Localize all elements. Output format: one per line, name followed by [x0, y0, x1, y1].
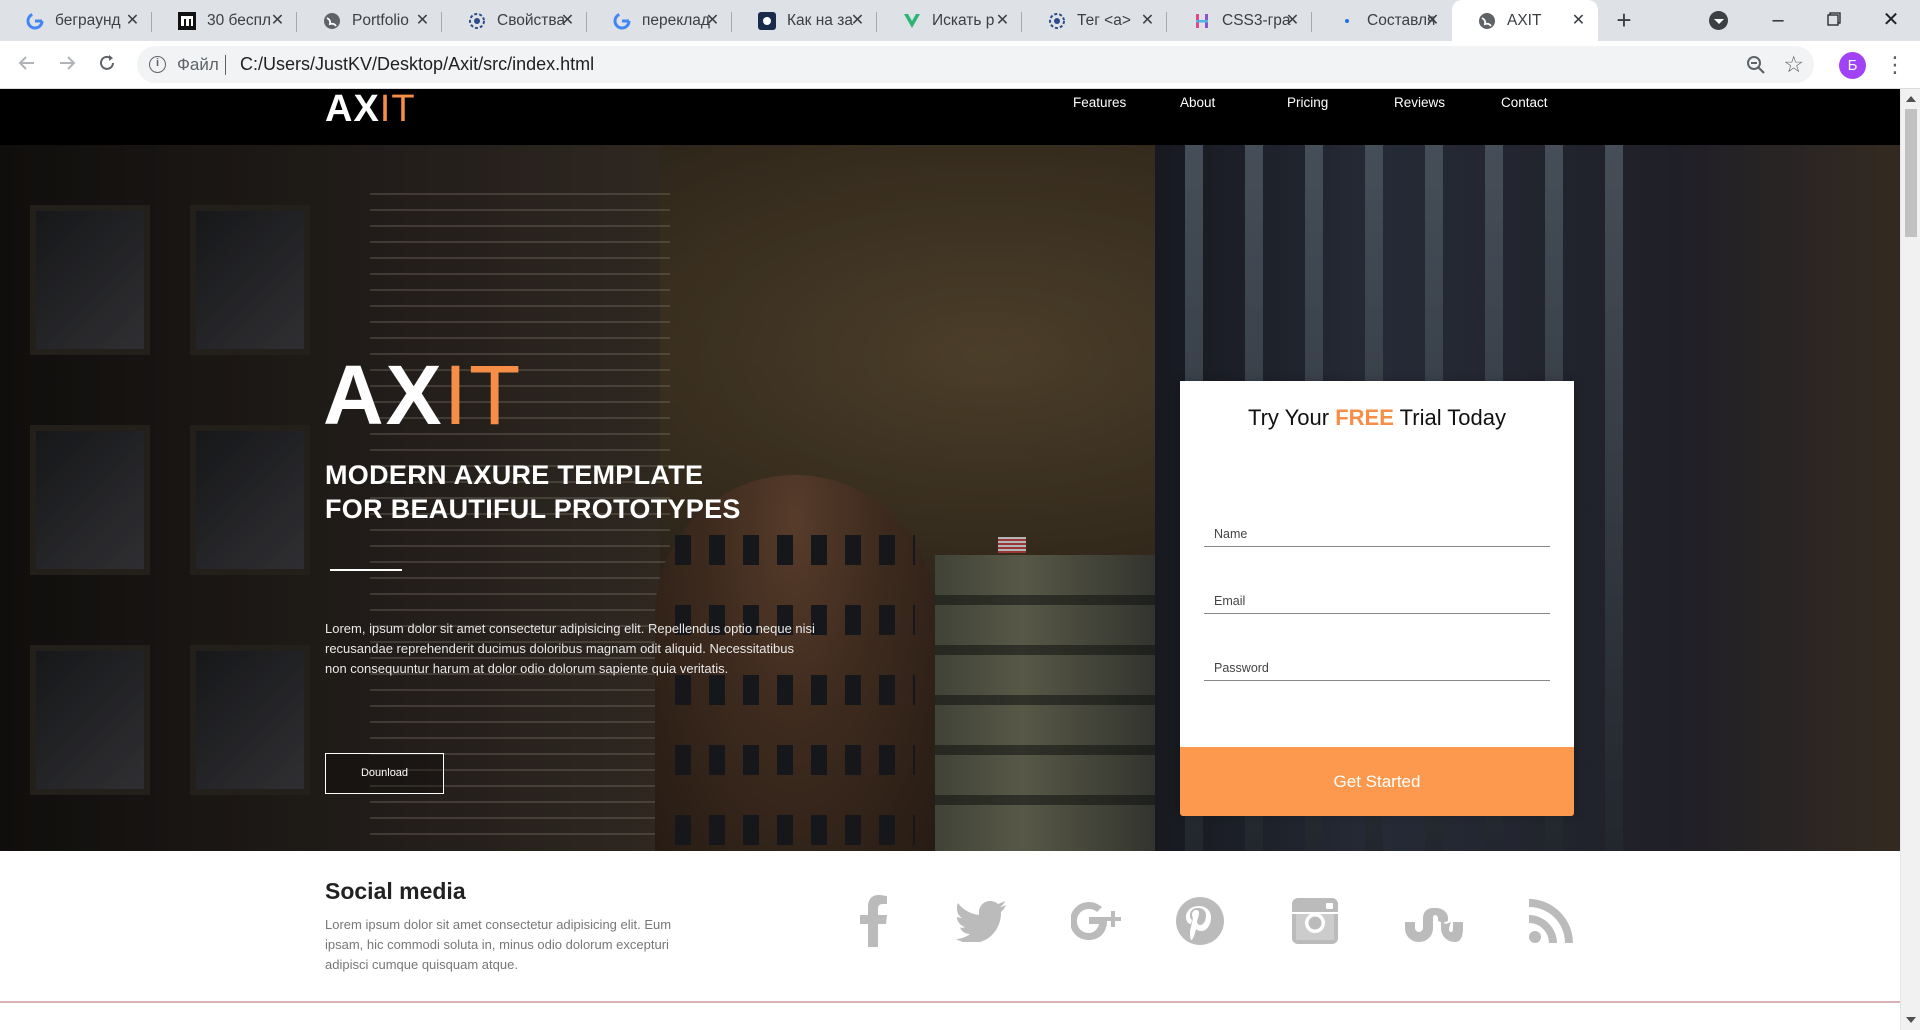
h-logo-icon	[1192, 11, 1211, 30]
close-icon[interactable]: ✕	[269, 12, 286, 29]
page-scrollbar[interactable]	[1900, 89, 1920, 1030]
close-icon[interactable]: ✕	[124, 12, 141, 29]
close-window-button[interactable]: ✕	[1877, 6, 1905, 34]
download-button[interactable]: Dounload	[325, 753, 444, 794]
info-icon[interactable]: i	[149, 56, 166, 73]
hero-heading: MODERN AXURE TEMPLATE FOR BEAUTIFUL PROT…	[325, 460, 741, 524]
zoom-out-icon[interactable]	[1746, 55, 1766, 75]
close-icon[interactable]: ✕	[559, 12, 576, 29]
file-scheme-label: Файл	[177, 55, 219, 74]
email-input[interactable]	[1204, 590, 1550, 612]
google-g-icon	[25, 11, 44, 30]
tab-search-icon[interactable]	[1709, 11, 1728, 30]
v-logo-icon	[902, 11, 921, 30]
close-icon[interactable]: ✕	[1424, 12, 1441, 29]
forward-button[interactable]	[52, 50, 82, 80]
scroll-up-icon[interactable]	[1906, 96, 1916, 102]
site-header: AXIT Features About Pricing Reviews Cont…	[0, 89, 1900, 145]
close-icon[interactable]: ✕	[1284, 12, 1301, 29]
email-field	[1204, 590, 1550, 614]
twitter-icon[interactable]	[951, 891, 1011, 951]
close-icon[interactable]: ✕	[1139, 12, 1156, 29]
hero-section: AXIT MODERN AXURE TEMPLATE FOR BEAUTIFUL…	[0, 145, 1900, 851]
globe-icon	[322, 11, 341, 30]
profile-avatar[interactable]: Б	[1839, 52, 1866, 79]
tab-10[interactable]: Составля ✕	[1312, 0, 1452, 41]
tab-8[interactable]: Тег <a> ✕	[1022, 0, 1167, 41]
close-icon[interactable]: ✕	[1570, 12, 1587, 29]
tab-5[interactable]: переклад ✕	[587, 0, 732, 41]
hero-logo: AXIT	[323, 348, 523, 442]
get-started-button[interactable]: Get Started	[1180, 747, 1574, 816]
trial-title: Try Your FREE Trial Today	[1247, 405, 1507, 430]
app-square-icon	[757, 11, 776, 30]
close-icon[interactable]: ✕	[849, 12, 866, 29]
tab-title: бегрaунд	[55, 11, 121, 29]
url-text[interactable]: C:/Users/JustKV/Desktop/Axit/src/index.h…	[240, 54, 594, 75]
rss-icon[interactable]	[1521, 891, 1581, 951]
nav-pricing[interactable]: Pricing	[1287, 95, 1328, 110]
password-field	[1204, 657, 1550, 681]
hero-description: Lorem, ipsum dolor sit amet consectetur …	[325, 621, 815, 676]
page-viewport: AXIT Features About Pricing Reviews Cont…	[0, 89, 1900, 1030]
tab-3[interactable]: Portfolio ✕	[297, 0, 442, 41]
maximize-button[interactable]	[1820, 6, 1848, 34]
google-g-icon	[612, 11, 631, 30]
name-input[interactable]	[1204, 523, 1550, 545]
close-icon[interactable]: ✕	[414, 12, 431, 29]
tab-11-active[interactable]: AXIT ✕	[1452, 0, 1598, 41]
bookmark-star-icon[interactable]: ☆	[1783, 51, 1804, 78]
nav-contact[interactable]: Contact	[1501, 95, 1548, 110]
tab-2[interactable]: 30 беспл ✕	[152, 0, 297, 41]
scroll-down-icon[interactable]	[1906, 1017, 1916, 1023]
new-tab-button[interactable]: +	[1610, 6, 1638, 34]
minimize-button[interactable]: –	[1764, 6, 1792, 34]
google-plus-icon[interactable]	[1067, 891, 1127, 951]
tab-1[interactable]: бегрaунд ✕	[0, 0, 152, 41]
site-logo[interactable]: AXIT	[325, 89, 416, 129]
address-bar[interactable]: i Файл C:/Users/JustKV/Desktop/Axit/src/…	[137, 46, 1814, 83]
nav-about[interactable]: About	[1180, 95, 1215, 110]
tab-strip: бегрaунд ✕ 30 беспл ✕ Portfolio ✕ Свойст…	[0, 0, 1920, 41]
close-icon[interactable]: ✕	[994, 12, 1011, 29]
tab-4[interactable]: Свойства ✕	[442, 0, 587, 41]
hero-divider	[330, 569, 402, 571]
back-button[interactable]	[12, 50, 42, 80]
reload-button[interactable]	[92, 50, 122, 80]
m-logo-icon	[177, 11, 196, 30]
globe-icon	[1477, 11, 1496, 30]
dot-icon	[1337, 11, 1356, 30]
social-title: Social media	[325, 878, 466, 904]
social-media-section: Social media Lorem ipsum dolor sit amet …	[0, 851, 1900, 1001]
password-input[interactable]	[1204, 657, 1550, 679]
nav-reviews[interactable]: Reviews	[1394, 95, 1445, 110]
tab-6[interactable]: Как на за ✕	[732, 0, 877, 41]
instagram-icon[interactable]	[1285, 891, 1345, 951]
stumbleupon-icon[interactable]	[1403, 891, 1463, 951]
close-icon[interactable]: ✕	[704, 12, 721, 29]
gear-wheel-icon	[1047, 11, 1066, 30]
nav-features[interactable]: Features	[1073, 95, 1126, 110]
pinterest-icon[interactable]	[1170, 891, 1230, 951]
social-description: Lorem ipsum dolor sit amet consectetur a…	[325, 917, 672, 972]
facebook-icon[interactable]	[843, 891, 903, 951]
scrollbar-thumb[interactable]	[1905, 109, 1917, 237]
gear-wheel-icon	[467, 11, 486, 30]
tab-9[interactable]: CSS3-гра ✕	[1167, 0, 1312, 41]
section-divider	[0, 1001, 1900, 1003]
trial-signup-card: Try Your FREE Trial Today Get Started	[1180, 381, 1574, 816]
browser-menu-icon[interactable]: ⋮	[1883, 52, 1907, 78]
name-field	[1204, 523, 1550, 547]
browser-toolbar: i Файл C:/Users/JustKV/Desktop/Axit/src/…	[0, 41, 1920, 89]
tab-7[interactable]: Искать р ✕	[877, 0, 1022, 41]
